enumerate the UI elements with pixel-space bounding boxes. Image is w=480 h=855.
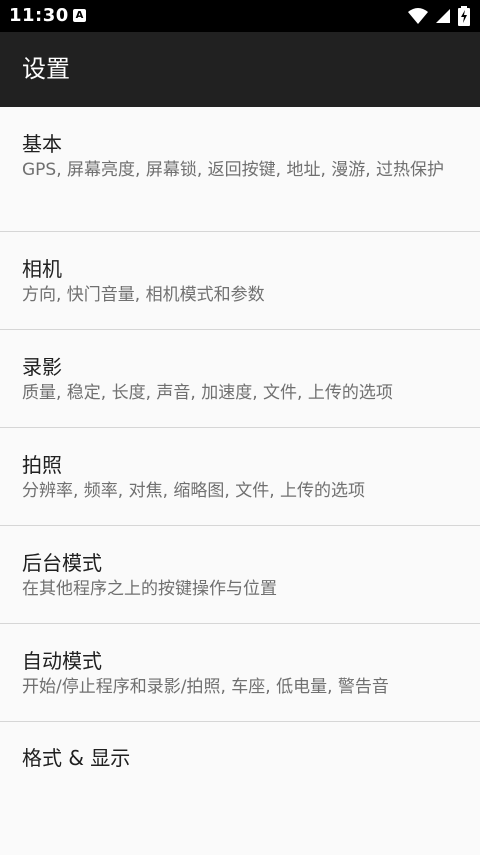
settings-item-summary: 方向, 快门音量, 相机模式和参数 bbox=[22, 285, 265, 305]
settings-item-title: 格式 & 显示 bbox=[22, 746, 131, 770]
signal-icon bbox=[435, 9, 450, 23]
settings-item-title: 基本 bbox=[22, 132, 62, 156]
settings-item-auto-mode[interactable]: 自动模式 开始/停止程序和录影/拍照, 车座, 低电量, 警告音 bbox=[0, 624, 480, 722]
settings-item-summary: 质量, 稳定, 长度, 声音, 加速度, 文件, 上传的选项 bbox=[22, 383, 393, 403]
page-title: 设置 bbox=[22, 55, 70, 83]
settings-item-title: 后台模式 bbox=[22, 551, 102, 575]
settings-item-format-display[interactable]: 格式 & 显示 bbox=[0, 722, 480, 802]
settings-item-video[interactable]: 录影 质量, 稳定, 长度, 声音, 加速度, 文件, 上传的选项 bbox=[0, 330, 480, 428]
status-bar: 11:30 A bbox=[0, 0, 480, 32]
settings-item-title: 相机 bbox=[22, 257, 62, 281]
settings-item-summary: 开始/停止程序和录影/拍照, 车座, 低电量, 警告音 bbox=[22, 677, 389, 697]
app-bar: 设置 bbox=[0, 32, 480, 107]
settings-item-summary: 在其他程序之上的按键操作与位置 bbox=[22, 579, 277, 599]
settings-item-title: 录影 bbox=[22, 355, 62, 379]
settings-item-photo[interactable]: 拍照 分辨率, 频率, 对焦, 缩略图, 文件, 上传的选项 bbox=[0, 428, 480, 526]
settings-list: 基本 GPS, 屏幕亮度, 屏幕锁, 返回按键, 地址, 漫游, 过热保护 相机… bbox=[0, 107, 480, 802]
wifi-icon bbox=[407, 8, 428, 24]
status-icons bbox=[407, 6, 471, 26]
settings-item-background-mode[interactable]: 后台模式 在其他程序之上的按键操作与位置 bbox=[0, 526, 480, 624]
settings-item-basic[interactable]: 基本 GPS, 屏幕亮度, 屏幕锁, 返回按键, 地址, 漫游, 过热保护 bbox=[0, 107, 480, 232]
notification-icon: A bbox=[73, 9, 86, 22]
settings-item-summary: GPS, 屏幕亮度, 屏幕锁, 返回按键, 地址, 漫游, 过热保护 bbox=[22, 160, 445, 180]
settings-item-title: 自动模式 bbox=[22, 649, 102, 673]
settings-item-summary: 分辨率, 频率, 对焦, 缩略图, 文件, 上传的选项 bbox=[22, 481, 366, 501]
status-time: 11:30 bbox=[9, 5, 69, 26]
settings-item-title: 拍照 bbox=[22, 453, 62, 477]
battery-charging-icon bbox=[458, 6, 470, 26]
settings-item-camera[interactable]: 相机 方向, 快门音量, 相机模式和参数 bbox=[0, 232, 480, 330]
